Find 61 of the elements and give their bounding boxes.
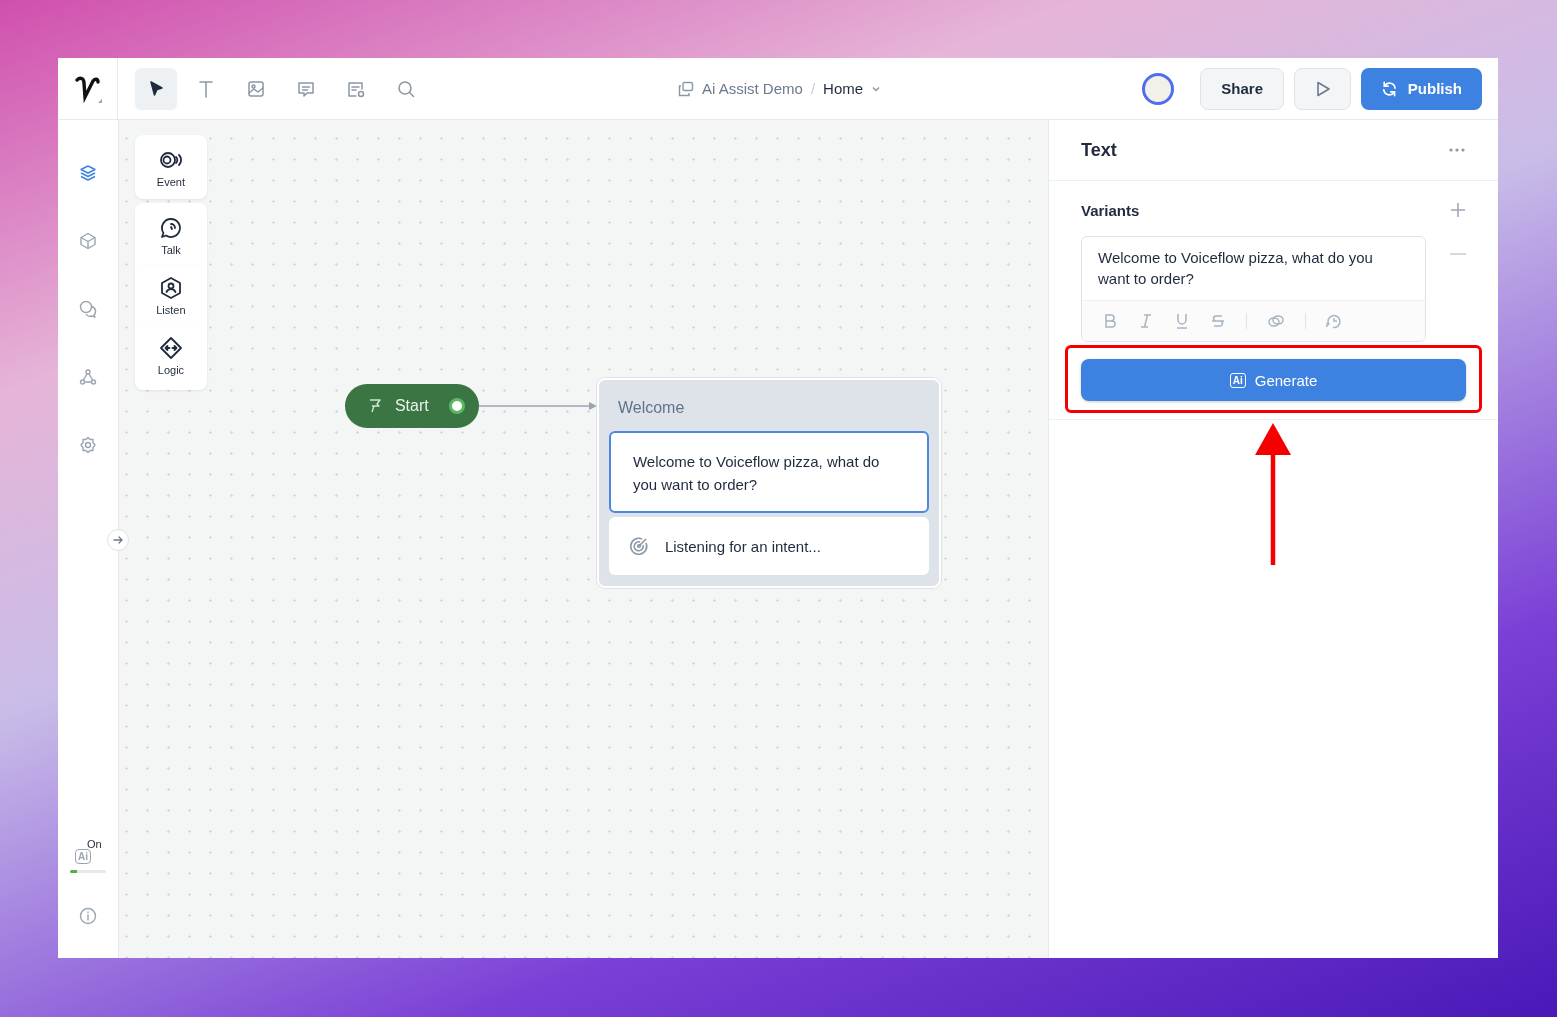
variants-label: Variants — [1081, 201, 1140, 219]
block-palette-item[interactable]: Talk — [134, 203, 207, 267]
page-name[interactable]: Home — [823, 80, 864, 97]
settings-icon — [78, 436, 97, 454]
speech-bubble-icon — [158, 216, 183, 240]
layers-icon — [78, 164, 97, 182]
arrow-right-icon — [112, 535, 123, 545]
block-label: Logic — [157, 364, 185, 376]
history-icon[interactable] — [1326, 313, 1342, 329]
message-step[interactable]: Welcome to Voiceflow pizza, what do you want to order? — [608, 431, 929, 513]
chat-bubbles-icon — [78, 300, 97, 318]
share-button[interactable]: Share — [1200, 67, 1284, 110]
welcome-block[interactable]: Welcome Welcome to Voiceflow pizza, what do you want to order? Listening for an intent... — [596, 378, 941, 588]
image-icon — [246, 78, 266, 99]
avatar[interactable] — [1142, 72, 1175, 105]
link-icon[interactable] — [1267, 313, 1285, 329]
variant-editor[interactable]: Welcome to Voiceflow pizza, what do you want to order? — [1081, 236, 1426, 342]
block-palette-item[interactable]: Listen — [134, 267, 207, 327]
listening-text: Listening for an intent... — [664, 537, 821, 555]
underline-icon[interactable] — [1174, 313, 1190, 329]
block-label: Talk — [161, 244, 181, 256]
sidebar-item[interactable] — [78, 232, 97, 250]
block-palette-item[interactable]: Event — [134, 135, 207, 199]
nodes-icon — [78, 368, 97, 386]
project-name[interactable]: Ai Assist Demo — [702, 80, 803, 97]
more-icon[interactable] — [1448, 147, 1466, 153]
collapse-button[interactable] — [106, 529, 129, 551]
diamond-arrows-icon — [158, 336, 183, 360]
plus-icon[interactable] — [1450, 202, 1466, 218]
panel-title: Text — [1081, 139, 1117, 161]
breadcrumb-separator: / — [810, 80, 816, 97]
cube-icon — [78, 232, 97, 250]
text-icon — [196, 78, 216, 99]
block-label: Listen — [156, 304, 186, 316]
generate-button[interactable]: Ai Generate — [1081, 359, 1466, 401]
listening-step[interactable]: Listening for an intent... — [608, 517, 929, 575]
search-icon — [396, 78, 416, 99]
sidebar-item[interactable] — [78, 436, 97, 454]
refresh-icon — [1381, 79, 1398, 98]
bold-icon[interactable] — [1102, 313, 1118, 329]
ai-status: On — [86, 838, 102, 850]
sidebar-item[interactable] — [78, 368, 97, 386]
tool-button[interactable] — [135, 67, 177, 110]
ai-icon: Ai — [1229, 372, 1246, 388]
play-button[interactable] — [1294, 67, 1351, 110]
message-text: Welcome to Voiceflow pizza, what do you want to order? — [632, 453, 880, 493]
output-port[interactable] — [448, 398, 465, 414]
block-label: Event — [156, 176, 185, 188]
block-palette-item[interactable]: Logic — [134, 327, 207, 390]
publish-button[interactable]: Publish — [1361, 67, 1482, 110]
start-node[interactable]: Start — [344, 384, 479, 428]
sidebar-item[interactable] — [78, 300, 97, 318]
target-icon — [628, 536, 649, 556]
strikethrough-icon[interactable] — [1210, 313, 1226, 329]
block-title: Welcome — [616, 398, 686, 418]
user-hexagon-icon — [158, 276, 183, 300]
start-label: Start — [394, 397, 430, 415]
info-icon[interactable] — [78, 907, 97, 925]
sidebar-item[interactable] — [78, 164, 97, 182]
project-icon — [678, 80, 694, 97]
italic-icon[interactable] — [1138, 313, 1154, 329]
